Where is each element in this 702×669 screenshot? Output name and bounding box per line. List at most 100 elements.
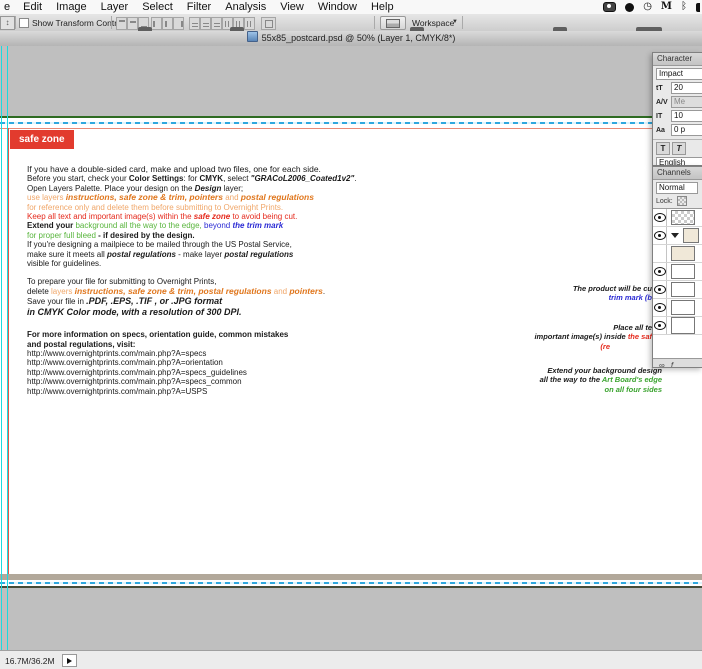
layer-row[interactable] (653, 263, 702, 281)
menu-help[interactable]: Help (364, 0, 401, 14)
menu-file-cut[interactable]: e (0, 0, 16, 14)
safe-zone-top-border (0, 128, 702, 129)
camera-icon[interactable] (603, 2, 616, 12)
tool-options-stub[interactable]: ↕ (0, 16, 15, 30)
canvas-area[interactable]: safe zone If you have a double-sided car… (0, 46, 702, 650)
status-flyout-button[interactable] (62, 654, 77, 667)
layer-thumbnail[interactable] (671, 264, 695, 279)
lock-transparency-icon[interactable] (677, 196, 687, 206)
faux-bold-button[interactable]: T (656, 142, 670, 155)
right-triangle-icon (67, 658, 72, 664)
menu-view[interactable]: View (273, 0, 311, 14)
pointer-annotation-safezone: Place all te important image(s) inside t… (534, 323, 652, 351)
url-line: http://www.overnightprints.com/main.php?… (27, 377, 457, 386)
distribute-vertical-centers-button[interactable] (200, 17, 211, 30)
vertical-scale-icon: IT (656, 113, 669, 120)
dot-icon[interactable] (625, 3, 634, 12)
trim-guide-bottom (0, 582, 702, 584)
instruction-line: in CMYK Color mode, with a resolution of… (27, 307, 457, 318)
instruction-line: for reference only and delete them befor… (27, 203, 457, 212)
layer-row[interactable] (653, 227, 702, 245)
pointer-annotation-background: Extend your background design all the wa… (540, 366, 662, 394)
layer-list (653, 208, 702, 358)
visibility-toggle[interactable] (653, 317, 667, 334)
document-title: 55x85_postcard.psd @ 50% (Layer 1, CMYK/… (262, 33, 456, 43)
align-right-edges-button[interactable] (173, 17, 184, 30)
vertical-scale-field[interactable]: 10 (671, 110, 702, 122)
cut-menu-icon (696, 3, 700, 12)
eye-icon (654, 321, 666, 330)
instruction-line: Extend your background all the way to th… (27, 221, 457, 230)
tab-channels[interactable]: Channels (653, 167, 702, 180)
kerning-field[interactable]: Me (671, 96, 702, 108)
layer-row[interactable] (653, 281, 702, 299)
align-horizontal-centers-button[interactable] (162, 17, 173, 30)
visibility-toggle[interactable] (653, 227, 667, 244)
safe-zone-left-border (8, 128, 9, 574)
bottom-tan-band (0, 574, 702, 580)
eye-icon (654, 285, 666, 294)
visibility-toggle[interactable] (653, 209, 667, 226)
language-select[interactable]: English (656, 157, 702, 166)
baseline-shift-icon: Aa (656, 127, 669, 134)
distribute-right-edges-button[interactable] (244, 17, 255, 30)
menu-filter[interactable]: Filter (180, 0, 218, 14)
align-vertical-centers-button[interactable] (127, 17, 138, 30)
url-line: http://www.overnightprints.com/main.php?… (27, 387, 457, 396)
align-left-edges-button[interactable] (151, 17, 162, 30)
layer-row[interactable] (653, 245, 702, 263)
link-icon[interactable]: ∞ (659, 361, 665, 369)
layer-thumbnail[interactable] (671, 246, 695, 261)
url-line: http://www.overnightprints.com/main.php?… (27, 358, 457, 367)
faux-italic-button[interactable]: T (672, 142, 686, 155)
layer-thumbnail[interactable] (671, 210, 695, 225)
character-panel: Character Impact tT20 A/VMe IT10 Aa0 p T… (652, 52, 702, 166)
bluetooth-icon[interactable]: ᛒ (681, 0, 687, 14)
visibility-toggle[interactable] (653, 245, 667, 262)
fx-icon[interactable]: ƒ (670, 361, 674, 369)
workspace-icon-button[interactable] (380, 16, 406, 30)
visibility-toggle[interactable] (653, 299, 667, 316)
url-line: http://www.overnightprints.com/main.php?… (27, 368, 457, 377)
distribute-top-edges-button[interactable] (189, 17, 200, 30)
distribute-bottom-edges-button[interactable] (211, 17, 222, 30)
instruction-line: If you're designing a mailpiece to be ma… (27, 240, 457, 249)
show-transform-controls-checkbox[interactable] (19, 18, 29, 28)
font-family-field[interactable]: Impact (656, 68, 702, 80)
instruction-line: Save your file in .PDF, .EPS, .TIF , or … (27, 296, 457, 307)
group-expander-icon[interactable] (671, 233, 679, 238)
font-size-field[interactable]: 20 (671, 82, 702, 94)
m-icon[interactable]: M (661, 0, 672, 14)
options-bar: ↕ Show Transform Controls Workspace ▼ (0, 14, 702, 32)
clock-icon[interactable]: ◷ (643, 0, 652, 14)
instruction-line: make sure it meets all postal regulation… (27, 250, 457, 259)
instruction-line: for proper full bleed - if desired by th… (27, 231, 457, 240)
visibility-toggle[interactable] (653, 281, 667, 298)
url-line: http://www.overnightprints.com/main.php?… (27, 349, 457, 358)
layer-row[interactable] (653, 209, 702, 227)
show-transform-controls-label: Show Transform Controls (32, 18, 128, 28)
psd-file-icon (247, 31, 258, 42)
layer-row[interactable] (653, 299, 702, 317)
menu-edit[interactable]: Edit (16, 0, 49, 14)
auto-align-button[interactable] (261, 17, 276, 30)
instruction-line: use layers instructions, safe zone & tri… (27, 193, 457, 202)
layer-thumbnail[interactable] (671, 282, 695, 297)
menu-layer[interactable]: Layer (94, 0, 136, 14)
blend-mode-select[interactable]: Normal (656, 182, 698, 194)
menu-window[interactable]: Window (311, 0, 364, 14)
menu-image[interactable]: Image (49, 0, 94, 14)
tab-character[interactable]: Character (653, 53, 702, 66)
menu-analysis[interactable]: Analysis (218, 0, 273, 14)
layer-thumbnail[interactable] (671, 300, 695, 315)
font-size-icon: tT (656, 85, 669, 92)
baseline-shift-field[interactable]: 0 p (671, 124, 702, 136)
align-top-edges-button[interactable] (116, 17, 127, 30)
layer-row[interactable] (653, 317, 702, 335)
visibility-toggle[interactable] (653, 263, 667, 280)
layer-thumbnail[interactable] (671, 317, 695, 334)
instruction-line: For more information on specs, orientati… (27, 330, 457, 339)
pointer-annotation-trim: The product will be cu trim mark (b (573, 284, 652, 303)
group-thumbnail[interactable] (683, 228, 699, 243)
menu-select[interactable]: Select (135, 0, 180, 14)
